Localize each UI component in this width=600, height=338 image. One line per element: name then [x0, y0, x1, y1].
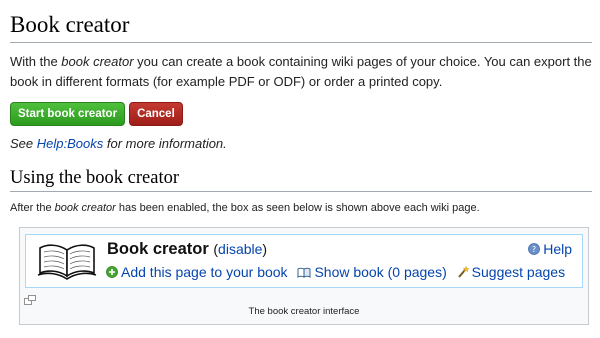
add-page-link[interactable]: Add this page to your book: [121, 264, 288, 280]
see-text-before: See: [10, 136, 37, 151]
content-area: Book creator With the book creator you c…: [10, 0, 592, 214]
wand-icon: [457, 265, 470, 281]
intro-text-before: With the: [10, 54, 62, 69]
section-paragraph: After the book creator has been enabled,…: [10, 202, 592, 214]
intro-paragraph: With the book creator you can create a b…: [10, 52, 592, 92]
see-help-line: See Help:Books for more information.: [10, 136, 592, 151]
help-link-group[interactable]: ? Help: [528, 241, 572, 258]
figure-caption: The book creator interface: [248, 306, 360, 317]
help-icon: ?: [528, 242, 541, 258]
disable-group: (disable): [213, 241, 267, 257]
book-creator-box: Book creator (disable) ? Help Add this p…: [25, 234, 583, 288]
disable-link[interactable]: disable: [218, 241, 262, 257]
see-text-after: for more information.: [103, 136, 227, 151]
section-text-before: After the: [10, 202, 55, 214]
add-page-action[interactable]: Add this page to your book: [106, 264, 288, 281]
action-buttons: Start book creator Cancel: [10, 102, 592, 126]
open-book-icon: [36, 239, 98, 286]
add-icon: [106, 265, 118, 281]
close-paren: ): [262, 241, 268, 257]
help-link[interactable]: Help: [543, 241, 572, 257]
suggest-pages-action[interactable]: Suggest pages: [457, 264, 565, 281]
book-creator-title: Book creator (disable): [107, 240, 267, 259]
suggest-pages-link[interactable]: Suggest pages: [472, 264, 565, 280]
book-creator-actions: Add this page to your book Show book (0 …: [106, 264, 571, 281]
figure-thumbnail: Book creator (disable) ? Help Add this p…: [19, 227, 589, 325]
show-book-action[interactable]: Show book (0 pages): [297, 264, 447, 281]
section-text-after: has been enabled, the box as seen below …: [115, 202, 480, 214]
svg-text:?: ?: [532, 245, 536, 254]
book-icon: [297, 265, 311, 281]
page-title: Book creator: [10, 12, 592, 43]
show-book-link[interactable]: Show book (0 pages): [314, 264, 446, 280]
book-creator-title-text: Book creator: [107, 240, 209, 258]
section-text-italic: book creator: [54, 202, 116, 214]
intro-text-italic: book creator: [61, 54, 134, 69]
cancel-button[interactable]: Cancel: [129, 102, 183, 126]
help-books-link[interactable]: Help:Books: [37, 136, 103, 151]
section-heading: Using the book creator: [10, 168, 592, 192]
start-book-creator-button[interactable]: Start book creator: [10, 102, 126, 126]
